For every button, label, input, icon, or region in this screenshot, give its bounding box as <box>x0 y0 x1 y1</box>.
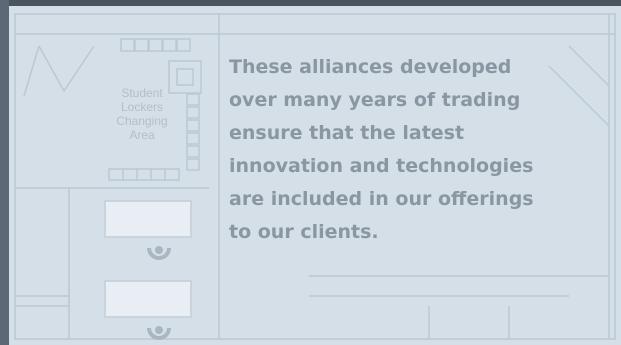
floorplan-label: Area <box>129 128 155 142</box>
floorplan-overlay-panel: Student Lockers Changing Area These alli… <box>9 6 621 345</box>
caption-line: over many years of trading <box>229 89 521 111</box>
caption-line: are included in our offerings <box>229 188 534 210</box>
floorplan-label: Changing <box>116 114 168 128</box>
caption-line: These alliances developed <box>229 56 512 78</box>
left-edge-border <box>0 0 9 345</box>
caption-line: ensure that the latest <box>229 122 465 144</box>
caption-line: innovation and technologies <box>229 155 534 177</box>
screenshot-frame: Student Lockers Changing Area These alli… <box>0 0 621 345</box>
floorplan-label: Student <box>121 86 163 100</box>
floorplan-label: Lockers <box>120 100 164 114</box>
caption-text: These alliances developed over many year… <box>229 51 609 249</box>
caption-line: to our clients. <box>229 221 379 243</box>
